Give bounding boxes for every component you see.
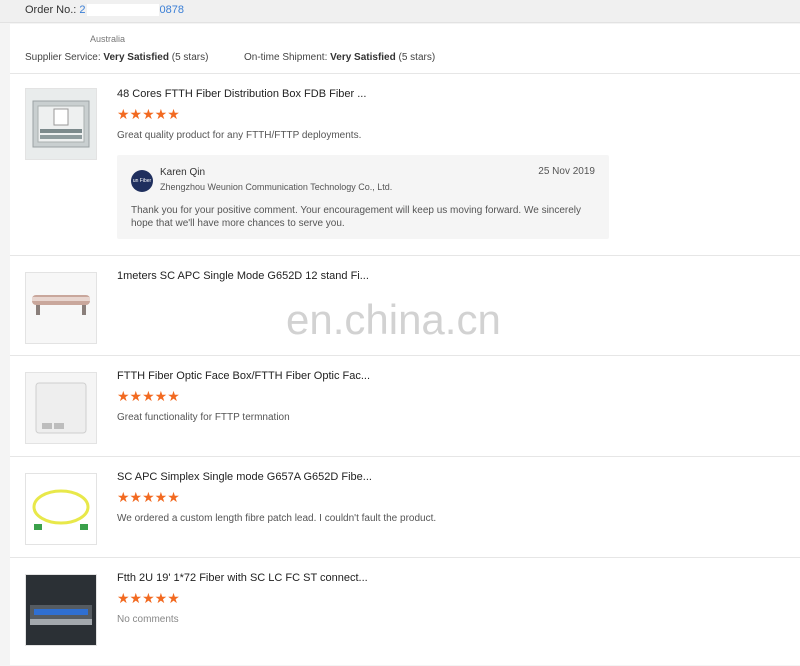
patch-cord-image[interactable] bbox=[25, 473, 97, 545]
supplier-service-stars: (5 stars) bbox=[171, 52, 209, 63]
order-number-suffix[interactable]: 0878 bbox=[160, 4, 184, 16]
supplier-service-label: Supplier Service: bbox=[25, 52, 101, 63]
face-box-image[interactable] bbox=[25, 372, 97, 444]
shipment-value: Very Satisfied bbox=[330, 52, 396, 63]
avatar: un Fiber bbox=[131, 170, 153, 192]
product-title[interactable]: 1meters SC APC Single Mode G652D 12 stan… bbox=[117, 270, 369, 282]
review-item: Ftth 2U 19' 1*72 Fiber with SC LC FC ST … bbox=[10, 557, 800, 666]
review-item: FTTH Fiber Optic Face Box/FTTH Fiber Opt… bbox=[10, 355, 800, 457]
product-title[interactable]: Ftth 2U 19' 1*72 Fiber with SC LC FC ST … bbox=[117, 572, 368, 584]
product-title[interactable]: 48 Cores FTTH Fiber Distribution Box FDB… bbox=[117, 88, 366, 100]
review-panel: Australia Supplier Service: Very Satisfi… bbox=[10, 24, 800, 665]
distribution-box-image[interactable] bbox=[25, 88, 97, 160]
fiber-cable-image[interactable] bbox=[25, 272, 97, 344]
redaction-mask bbox=[86, 4, 159, 17]
supplier-service-value: Very Satisfied bbox=[103, 52, 169, 63]
reply-date: 25 Nov 2019 bbox=[538, 166, 595, 177]
product-title[interactable]: FTTH Fiber Optic Face Box/FTTH Fiber Opt… bbox=[117, 370, 370, 382]
rating-stars: ★★★★★ bbox=[117, 106, 180, 122]
seller-reply: un Fiber Karen Qin Zhengzhou Weunion Com… bbox=[117, 155, 609, 239]
buyer-country: Australia bbox=[90, 34, 126, 44]
rack-panel-image[interactable] bbox=[25, 574, 97, 646]
review-item: SC APC Simplex Single mode G657A G652D F… bbox=[10, 456, 800, 558]
shipment-stars: (5 stars) bbox=[398, 52, 436, 63]
watermark: en.china.cn bbox=[286, 296, 501, 343]
rating-stars: ★★★★★ bbox=[117, 388, 180, 404]
seller-ratings: Supplier Service: Very Satisfied (5 star… bbox=[25, 52, 435, 63]
order-number: Order No.: 2 0878 bbox=[25, 4, 184, 17]
order-label: Order No.: bbox=[25, 4, 77, 16]
reply-author-name: Karen Qin bbox=[160, 167, 206, 178]
rating-stars: ★★★★★ bbox=[117, 590, 180, 606]
reply-text: Thank you for your positive comment. You… bbox=[131, 205, 582, 229]
order-header: Order No.: 2 0878 bbox=[0, 0, 800, 23]
rating-stars: ★★★★★ bbox=[117, 489, 180, 505]
review-comment: No comments bbox=[117, 614, 179, 625]
review-comment: Great functionality for FTTP termnation bbox=[117, 412, 290, 423]
order-number-prefix[interactable]: 2 bbox=[79, 4, 85, 16]
review-comment: Great quality product for any FTTH/FTTP … bbox=[117, 130, 362, 141]
review-item: 48 Cores FTTH Fiber Distribution Box FDB… bbox=[10, 73, 800, 256]
reply-company[interactable]: Zhengzhou Weunion Communication Technolo… bbox=[160, 182, 392, 192]
product-title[interactable]: SC APC Simplex Single mode G657A G652D F… bbox=[117, 471, 372, 483]
shipment-label: On-time Shipment: bbox=[243, 52, 328, 63]
review-comment: We ordered a custom length fibre patch l… bbox=[117, 513, 437, 524]
